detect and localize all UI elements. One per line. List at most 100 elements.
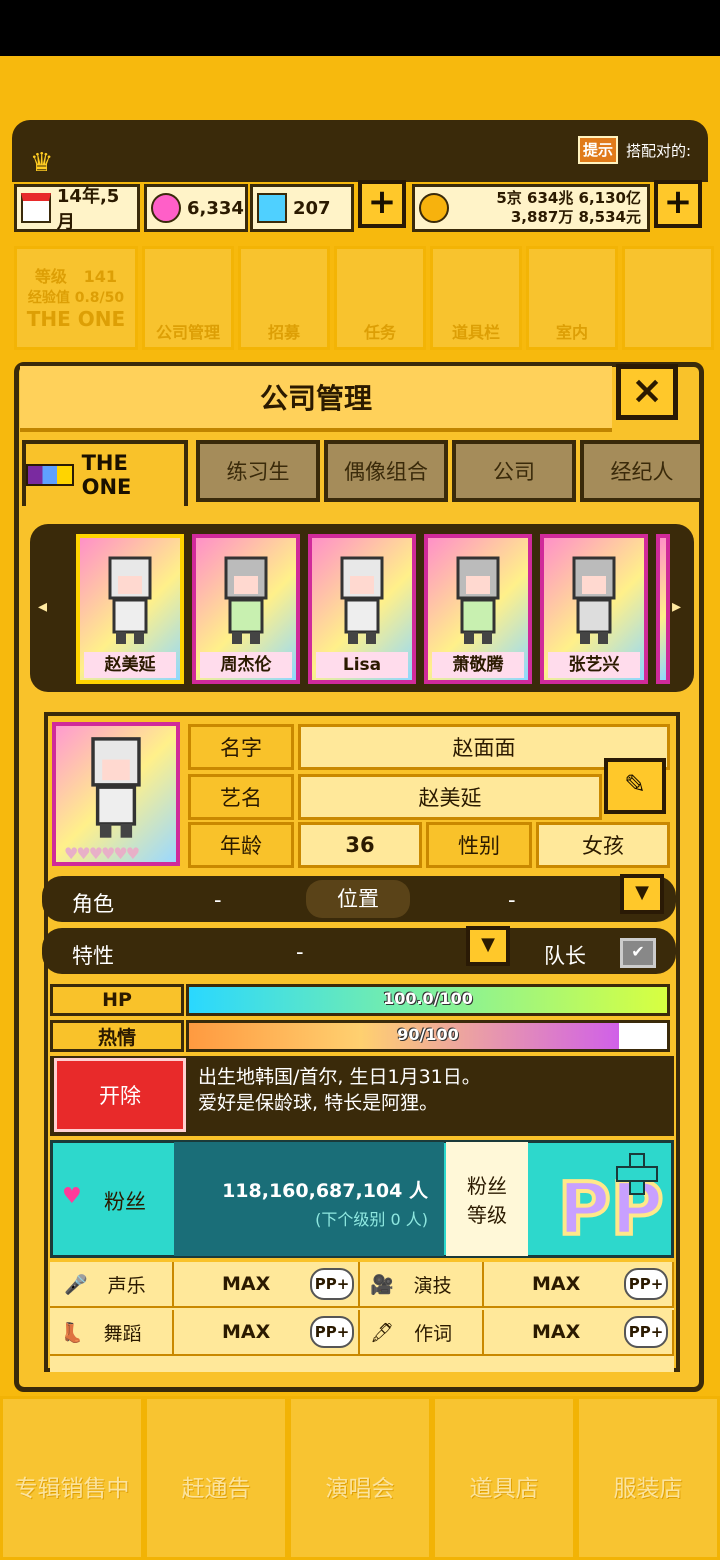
member-card[interactable]: 张艺兴 [540, 534, 648, 684]
position-value: - [508, 888, 516, 912]
nav-album-sales[interactable]: 专辑销售中 [0, 1396, 144, 1560]
member-card[interactable]: 萧敬腾 [424, 534, 532, 684]
position-dropdown-icon[interactable]: ▼ [620, 874, 664, 914]
leader-checkbox[interactable]: ✔ [620, 938, 656, 968]
modal-title: 公司管理 [20, 366, 612, 432]
nav-clothing-shop[interactable]: 服装店 [576, 1396, 720, 1560]
idol-sprite-icon [108, 556, 152, 644]
member-card-partial[interactable] [656, 534, 670, 684]
trait-dropdown-icon[interactable]: ▼ [466, 926, 510, 966]
member-card[interactable]: Lisa [308, 534, 416, 684]
nav-item-shop[interactable]: 道具店 [432, 1396, 576, 1560]
group-level-panel: 等级 141 经验值 0.8/50 THE ONE [14, 246, 138, 350]
position-label: 位置 [306, 880, 410, 918]
passion-bar: 90/100 [186, 1020, 670, 1052]
exp-label: 经验值 0.8/50 [27, 290, 125, 306]
pp-plus-button[interactable]: PP+ [624, 1268, 668, 1300]
tab-label: THE ONE [81, 451, 132, 499]
fans-next-level: (下个级别 0 人) [315, 1210, 428, 1229]
hp-text: 100.0/100 [383, 989, 473, 1008]
skill-value: MAX [222, 1273, 271, 1295]
stage-name-label: 艺名 [188, 774, 294, 820]
pp-plus-icon[interactable]: PP [536, 1150, 666, 1253]
tab-the-one[interactable]: THE ONE [22, 440, 188, 506]
leader-label: 队长 [544, 944, 586, 968]
skill-vocal-value: MAX PP+ [174, 1262, 360, 1308]
diamond-icon [257, 193, 287, 223]
heart-rating-icon: ♥♥♥♥♥♥ [64, 844, 140, 863]
money-line1: 5京 634兆 6,130亿 [496, 189, 641, 207]
nav-missions[interactable]: 任务 [334, 246, 426, 350]
tab-company[interactable]: 公司 [452, 440, 576, 502]
idol-sprite-icon [91, 737, 141, 838]
fan-level-label: 粉丝 等级 [446, 1142, 528, 1256]
nav-interior[interactable]: 室内 [526, 246, 618, 350]
idol-sprite-icon [456, 556, 500, 644]
close-button[interactable]: × [616, 364, 678, 420]
microphone-icon: 🎤 [64, 1273, 88, 1296]
gem-counter: 6,334 [144, 184, 248, 232]
idol-sprite-icon [340, 556, 384, 644]
fan-level-label-2: 等级 [467, 1203, 507, 1227]
hp-bar: 100.0/100 [186, 984, 670, 1016]
skill-value: MAX [532, 1321, 581, 1343]
date-display: 14年,5月 [14, 184, 140, 233]
roster-left-arrow[interactable]: ◂ [38, 596, 47, 617]
gem-count: 6,334 [187, 197, 244, 219]
crown-icon: ♛ [30, 148, 54, 178]
hint-badge[interactable]: 提示 [578, 136, 618, 164]
member-card[interactable]: 周杰伦 [192, 534, 300, 684]
age-value: 36 [298, 822, 422, 868]
edit-pencil-icon[interactable]: ✎ [604, 758, 666, 814]
skill-name: 作词 [414, 1322, 453, 1345]
member-name: 赵美延 [84, 652, 176, 678]
skill-lyrics-value: MAX PP+ [484, 1310, 674, 1356]
pen-icon: 🖋 [370, 1321, 395, 1344]
bio-text: 出生地韩国/首尔, 生日1月31日。 爱好是保龄球, 特长是阿狸。 [198, 1064, 481, 1116]
nav-schedule[interactable]: 赶通告 [144, 1396, 288, 1560]
calendar-icon [21, 193, 51, 223]
nav-inventory[interactable]: 道具栏 [430, 246, 522, 350]
tab-manager[interactable]: 经纪人 [580, 440, 704, 502]
hint-text: 搭配对的: [626, 142, 692, 160]
role-label: 角色 [72, 892, 114, 916]
age-label: 年龄 [188, 822, 294, 868]
skill-name: 演技 [413, 1274, 452, 1297]
camera-icon: 🎥 [370, 1273, 394, 1296]
level-value: 141 [83, 267, 118, 286]
tab-idol-groups[interactable]: 偶像组合 [324, 440, 448, 502]
pp-plus-button[interactable]: PP+ [310, 1316, 354, 1348]
nav-company-manage[interactable]: 公司管理 [142, 246, 234, 350]
heart-icon: ♥ [62, 1184, 82, 1209]
skill-dance: 👢 舞蹈 [50, 1310, 174, 1356]
nav-recruit[interactable]: 招募 [238, 246, 330, 350]
member-card[interactable]: 赵美延 [76, 534, 184, 684]
diamond-counter: 207 [250, 184, 354, 232]
nav-mail[interactable] [622, 246, 714, 350]
skill-value: MAX [222, 1321, 271, 1343]
pp-plus-button[interactable]: PP+ [624, 1316, 668, 1348]
fire-button[interactable]: 开除 [54, 1058, 186, 1132]
gender-label: 性别 [426, 822, 532, 868]
role-value: - [214, 888, 222, 912]
fan-level-label-1: 粉丝 [467, 1174, 507, 1198]
group-icon [26, 464, 74, 486]
member-name: 张艺兴 [548, 652, 640, 678]
member-name: Lisa [316, 652, 408, 678]
skill-name: 舞蹈 [103, 1322, 142, 1345]
money-line2: 3,887万 8,534元 [510, 208, 641, 226]
nav-concert[interactable]: 演唱会 [288, 1396, 432, 1560]
group-name: THE ONE [26, 307, 126, 331]
tab-trainees[interactable]: 练习生 [196, 440, 320, 502]
date-text: 14年,5月 [56, 186, 120, 233]
diamond-count: 207 [293, 197, 331, 219]
add-money-button[interactable]: + [654, 180, 702, 228]
pp-plus-button[interactable]: PP+ [310, 1268, 354, 1300]
roster-right-arrow[interactable]: ▸ [672, 596, 681, 617]
idol-sprite-icon [572, 556, 616, 644]
member-portrait: ♥♥♥♥♥♥ [52, 722, 180, 866]
add-currency-button[interactable]: + [358, 180, 406, 228]
skill-value: MAX [532, 1273, 581, 1295]
gem-icon [151, 193, 181, 223]
skill-acting-value: MAX PP+ [484, 1262, 674, 1308]
